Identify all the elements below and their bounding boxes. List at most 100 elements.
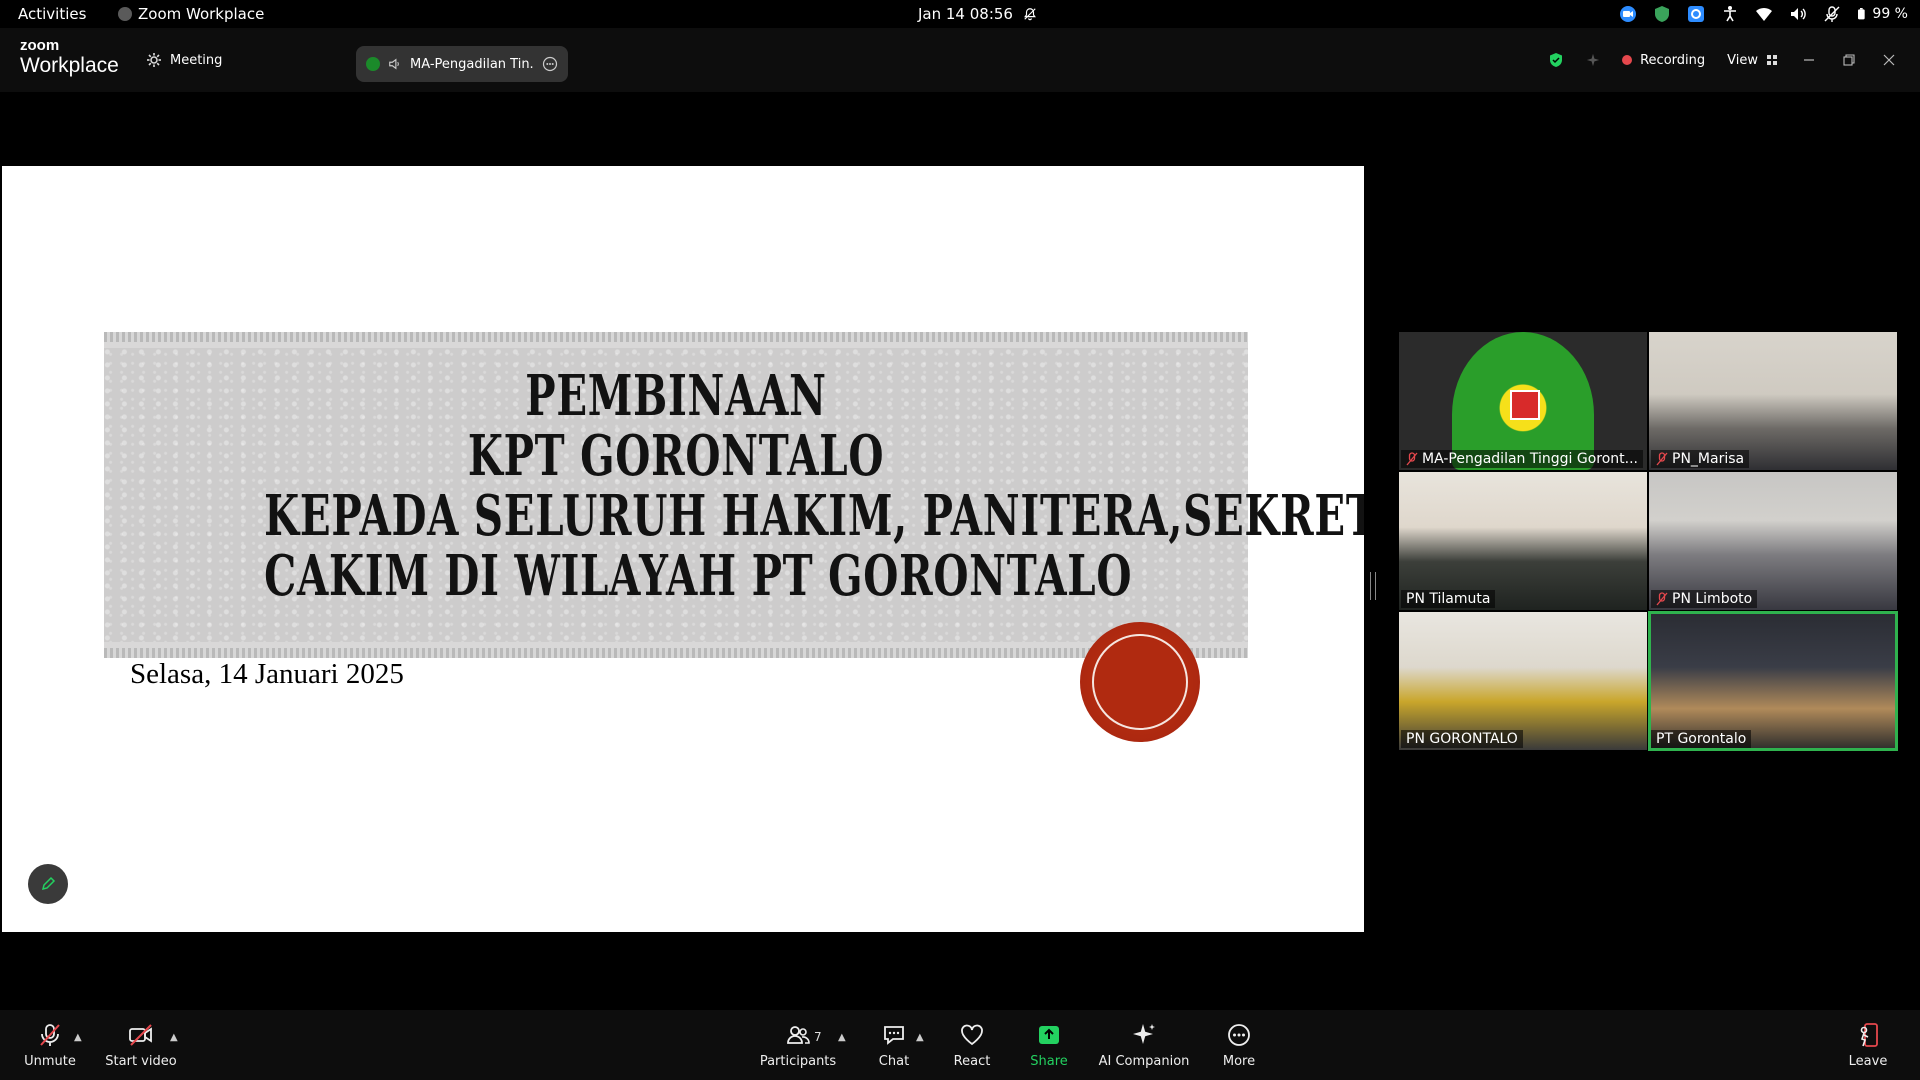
battery-icon[interactable]: 99 % <box>1856 4 1908 24</box>
panel-resize-handle[interactable] <box>1370 572 1376 600</box>
zoom-logo-wordmark: zoom <box>20 37 60 54</box>
shared-screen[interactable]: PEMBINAAN KPT GORONTALO KEPADA SELURUH H… <box>2 166 1364 932</box>
participant-tile-active-speaker[interactable]: PT Gorontalo <box>1648 611 1898 751</box>
chat-options-caret[interactable]: ▲ <box>916 1032 924 1043</box>
zoom-tray-icon[interactable] <box>1618 4 1638 24</box>
app-tray-icon[interactable] <box>1686 4 1706 24</box>
participant-name-tag: PN_Marisa <box>1651 450 1750 468</box>
zoom-app-icon <box>118 7 132 21</box>
minimize-button[interactable] <box>1800 51 1818 69</box>
recording-indicator[interactable]: Recording <box>1622 53 1705 68</box>
leave-label: Leave <box>1848 1053 1888 1069</box>
app-menu[interactable]: Zoom Workplace <box>118 5 264 23</box>
microphone-muted-icon[interactable] <box>1822 4 1842 24</box>
shield-tray-icon[interactable] <box>1652 4 1672 24</box>
heart-icon <box>961 1024 983 1045</box>
participant-tile[interactable]: PN GORONTALO <box>1399 612 1647 750</box>
encryption-shield-icon[interactable] <box>1548 52 1564 68</box>
notifications-off-icon <box>1024 8 1036 21</box>
participants-label: Participants <box>759 1053 837 1069</box>
participant-name-tag: PN Limboto <box>1651 590 1758 608</box>
active-speaker-pill[interactable]: MA-Pengadilan Tin... <box>356 46 568 82</box>
datetime-label: Jan 14 08:56 <box>918 5 1013 23</box>
active-speaker-name: MA-Pengadilan Tin... <box>410 56 534 72</box>
slide-subtitle: Selasa, 14 Januari 2025 <box>130 658 404 690</box>
activities-button[interactable]: Activities <box>18 5 86 23</box>
clock[interactable]: Jan 14 08:56 <box>918 5 1037 23</box>
participant-name: PN Limboto <box>1672 591 1753 607</box>
close-icon <box>1883 54 1895 66</box>
chat-label: Chat <box>878 1053 910 1069</box>
video-off-icon <box>129 1023 152 1046</box>
ai-companion-button[interactable]: AI Companion <box>1094 1010 1194 1080</box>
participants-button[interactable]: Participants <box>756 1010 840 1080</box>
slide-title: PEMBINAAN KPT GORONTALO KEPADA SELURUH H… <box>264 363 1364 609</box>
more-options-icon[interactable] <box>542 56 558 72</box>
participants-options-caret[interactable]: ▲ <box>838 1032 846 1043</box>
slide-title-line: PEMBINAAN <box>525 363 827 429</box>
slide-title-line: CAKIM DI WILAYAH PT GORONTALO <box>264 543 1133 609</box>
participant-name: PN_Marisa <box>1672 451 1745 467</box>
participants-count-badge: 7 <box>814 1030 822 1044</box>
start-video-label: Start video <box>105 1053 177 1069</box>
participant-name: PN Tilamuta <box>1406 591 1491 607</box>
ai-sparkle-icon[interactable] <box>1586 53 1600 67</box>
banner-top-stripe <box>104 332 1248 342</box>
participant-tile[interactable]: PN_Marisa <box>1649 332 1897 470</box>
participant-name-tag: PN GORONTALO <box>1401 730 1523 748</box>
share-button[interactable]: Share <box>1021 1010 1077 1080</box>
app-name-label: Zoom Workplace <box>138 5 265 23</box>
participant-tile[interactable]: PN Tilamuta <box>1399 472 1647 610</box>
leave-button[interactable]: Leave <box>1840 1010 1896 1080</box>
meeting-info-button[interactable]: Meeting <box>146 52 222 68</box>
recording-label: Recording <box>1640 52 1706 68</box>
battery-percent: 99 % <box>1872 6 1908 22</box>
seal-ring <box>1092 634 1188 730</box>
participant-tile[interactable]: MA-Pengadilan Tinggi Goront... <box>1399 332 1647 470</box>
participant-name-tag: PN Tilamuta <box>1401 590 1496 608</box>
participant-tile[interactable]: PN Limboto <box>1649 472 1897 610</box>
audio-options-caret[interactable]: ▲ <box>74 1032 82 1043</box>
more-label: More <box>1222 1053 1256 1069</box>
close-button[interactable] <box>1880 51 1898 69</box>
video-options-caret[interactable]: ▲ <box>170 1032 178 1043</box>
grid-view-icon <box>1767 55 1777 65</box>
pen-icon <box>41 876 56 891</box>
mic-muted-icon <box>1656 592 1668 606</box>
volume-icon[interactable] <box>1788 4 1808 24</box>
meeting-toolbar: Unmute ▲ Start video ▲ Participants 7 ▲ … <box>0 1010 1920 1080</box>
start-video-button[interactable]: Start video <box>102 1010 180 1080</box>
annotate-button[interactable] <box>28 864 68 904</box>
mic-muted-icon <box>1406 452 1418 466</box>
zoom-header: zoom Workplace Meeting MA-Pengadilan Tin… <box>0 28 1920 92</box>
ai-companion-label: AI Companion <box>1098 1053 1190 1069</box>
speaker-icon <box>389 58 399 70</box>
react-button[interactable]: React <box>944 1010 1000 1080</box>
microphone-muted-icon <box>40 1023 60 1046</box>
zoom-logo-product: Workplace <box>20 54 119 77</box>
chat-button[interactable]: Chat <box>866 1010 922 1080</box>
recording-dot-icon <box>1622 55 1633 65</box>
react-label: React <box>953 1053 991 1069</box>
wifi-icon[interactable] <box>1754 4 1774 24</box>
view-button[interactable]: View <box>1727 53 1778 68</box>
leave-icon <box>1860 1022 1878 1047</box>
accessibility-icon[interactable] <box>1720 4 1740 24</box>
participants-icon <box>787 1025 810 1044</box>
emblem-shield <box>1510 390 1540 420</box>
participant-name: PT Gorontalo <box>1656 731 1747 747</box>
more-button[interactable]: More <box>1211 1010 1267 1080</box>
minimize-icon <box>1804 59 1814 61</box>
ai-sparkle-icon <box>1133 1023 1155 1044</box>
share-screen-icon <box>1039 1025 1059 1044</box>
title-banner: PEMBINAAN KPT GORONTALO KEPADA SELURUH H… <box>104 332 1364 658</box>
slide-title-line: KEPADA SELURUH HAKIM, PANITERA,SEKRETARI… <box>264 483 1364 549</box>
unmute-button[interactable]: Unmute <box>20 1010 80 1080</box>
share-label: Share <box>1030 1053 1068 1069</box>
banner-bottom-stripe <box>104 648 1248 658</box>
restore-icon <box>1843 54 1855 66</box>
restore-button[interactable] <box>1840 51 1858 69</box>
view-label: View <box>1727 52 1758 68</box>
participant-name-tag: PT Gorontalo <box>1651 730 1752 748</box>
gear-icon <box>147 53 161 67</box>
